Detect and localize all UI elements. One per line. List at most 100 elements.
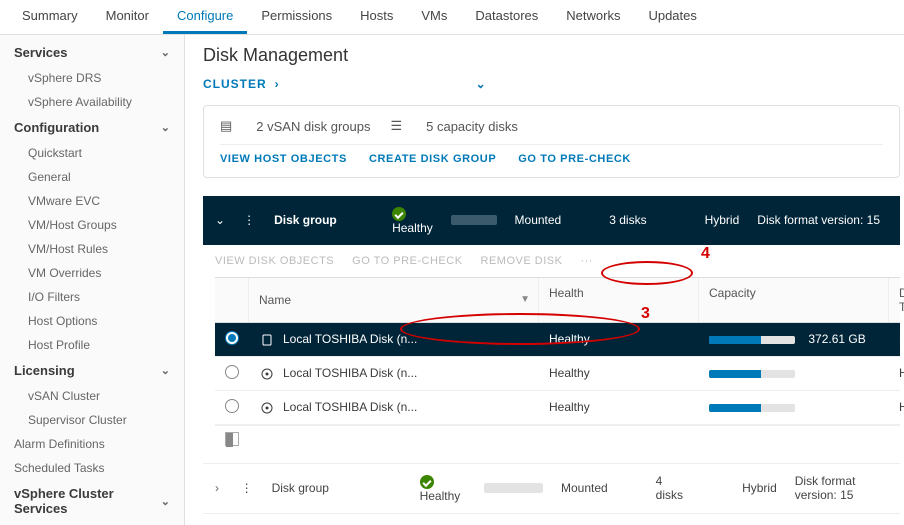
format-version: Disk format version: 15: [795, 474, 888, 502]
breadcrumb[interactable]: CLUSTER › ⌄: [203, 76, 900, 91]
type-label: Hybrid: [742, 481, 777, 495]
row-actions-icon[interactable]: ⋮: [243, 213, 256, 227]
disk-name-cell: Local TOSHIBA Disk (n...: [249, 324, 539, 355]
sidebar-item-i-o-filters[interactable]: I/O Filters: [0, 285, 184, 309]
check-icon: [420, 475, 434, 489]
row-actions-icon[interactable]: ⋮: [241, 481, 254, 495]
mounted-label: Mounted: [515, 213, 562, 227]
chevron-down-icon[interactable]: ⌄: [476, 77, 487, 91]
tab-vms[interactable]: VMs: [407, 0, 461, 34]
sidebar-item-general[interactable]: General: [0, 165, 184, 189]
chevron-down-icon[interactable]: ⌄: [215, 213, 225, 227]
disk-capacity-cell: [699, 358, 889, 388]
sidebar-item-host-profile[interactable]: Host Profile: [0, 333, 184, 357]
breadcrumb-current[interactable]: [288, 76, 468, 91]
usage-bar: [451, 215, 497, 225]
flash-disk-icon: [259, 332, 275, 347]
top-tabs: SummaryMonitorConfigurePermissionsHostsV…: [0, 0, 904, 35]
type-label: Hybrid: [705, 213, 740, 227]
sidebar-item-scheduled-tasks[interactable]: Scheduled Tasks: [0, 456, 184, 480]
sidebar-item-vm-host-rules[interactable]: VM/Host Rules: [0, 237, 184, 261]
row-radio[interactable]: [225, 399, 239, 413]
col-health-header[interactable]: Health: [539, 278, 699, 322]
col-name-header[interactable]: Name▼: [249, 278, 539, 322]
disk-name-cell: Local TOSHIBA Disk (n...: [249, 392, 539, 423]
chevron-right-icon[interactable]: ›: [215, 481, 223, 495]
sidebar-item-vsphere-drs[interactable]: vSphere DRS: [0, 66, 184, 90]
disk-group-row-collapsed[interactable]: ›Ineligible and unclaimed1 disk: [203, 513, 900, 525]
tab-configure[interactable]: Configure: [163, 0, 247, 34]
link-create-disk-group[interactable]: CREATE DISK GROUP: [369, 153, 496, 165]
sidebar-item-alarm-definitions[interactable]: Alarm Definitions: [0, 432, 184, 456]
sidebar-item-vsan-cluster[interactable]: vSAN Cluster: [0, 384, 184, 408]
sidebar-section-licensing[interactable]: Licensing⌄: [0, 357, 184, 384]
sidebar-item-host-options[interactable]: Host Options: [0, 309, 184, 333]
sidebar-item-vm-host-groups[interactable]: VM/Host Groups: [0, 213, 184, 237]
table-row[interactable]: Local TOSHIBA Disk (n...Healthy HDD: [215, 357, 900, 391]
sort-icon[interactable]: ▼: [520, 294, 530, 305]
disk-capacity-cell: [699, 392, 889, 422]
sidebar-section-services[interactable]: Services⌄: [0, 39, 184, 66]
row-label: Disk group: [272, 481, 402, 495]
sidebar-item-vmware-evc[interactable]: VMware EVC: [0, 189, 184, 213]
disk-group-row-expanded[interactable]: ⌄ ⋮ Disk group Healthy Mounted 3 disks H…: [203, 196, 900, 245]
table-row[interactable]: Local TOSHIBA Disk (n...Healthy 372.61 G…: [215, 323, 900, 357]
tab-hosts[interactable]: Hosts: [346, 0, 407, 34]
toolbar-view-disk-objects[interactable]: VIEW DISK OBJECTS: [215, 255, 334, 267]
col-select: [215, 278, 249, 322]
capacity-disk-icon: ☰: [390, 118, 402, 134]
health-status: Healthy: [420, 474, 466, 503]
disk-group-row-collapsed[interactable]: ›⋮Disk groupHealthyMounted4 disksHybridD…: [203, 463, 900, 513]
breadcrumb-root[interactable]: CLUSTER: [203, 77, 267, 91]
disk-count: 3 disks: [609, 213, 646, 227]
chevron-down-icon: ⌄: [161, 46, 170, 59]
column-selector[interactable]: [215, 425, 900, 455]
table-header: Name▼ Health Capacity Drive Type: [215, 277, 900, 323]
disk-type-cell: HDD: [889, 392, 904, 422]
toolbar-remove-disk[interactable]: REMOVE DISK: [481, 255, 563, 267]
disk-capacity-cell: 372.61 GB: [699, 324, 889, 354]
tab-updates[interactable]: Updates: [634, 0, 710, 34]
toolbar-go-to-pre-check[interactable]: GO TO PRE-CHECK: [352, 255, 462, 267]
chevron-down-icon: ⌄: [161, 121, 170, 134]
row-radio[interactable]: [225, 365, 239, 379]
col-drivetype-header[interactable]: Drive Type: [889, 278, 904, 322]
main-content: Disk Management CLUSTER › ⌄ ▤ 2 vSAN dis…: [185, 35, 904, 525]
tab-summary[interactable]: Summary: [8, 0, 92, 34]
disk-type-cell: Flash: [889, 324, 904, 354]
row-radio[interactable]: [225, 331, 239, 345]
chevron-right-icon: ›: [275, 77, 280, 91]
link-view-host-objects[interactable]: VIEW HOST OBJECTS: [220, 153, 347, 165]
sidebar-item-vm-overrides[interactable]: VM Overrides: [0, 261, 184, 285]
tab-permissions[interactable]: Permissions: [247, 0, 346, 34]
col-capacity-header[interactable]: Capacity: [699, 278, 889, 322]
sidebar-item-quickstart[interactable]: Quickstart: [0, 141, 184, 165]
disk-group-icon: ▤: [220, 118, 232, 134]
tab-networks[interactable]: Networks: [552, 0, 634, 34]
usage-bar: [484, 483, 543, 493]
hdd-disk-icon: [259, 366, 275, 381]
summary-panel: ▤ 2 vSAN disk groups ☰ 5 capacity disks …: [203, 105, 900, 178]
table-row[interactable]: Local TOSHIBA Disk (n...Healthy HDD: [215, 391, 900, 425]
sidebar-item-vsphere-availability[interactable]: vSphere Availability: [0, 90, 184, 114]
chevron-down-icon: ⌄: [161, 495, 170, 508]
sidebar-section-vsphere-cluster-services[interactable]: vSphere Cluster Services⌄: [0, 480, 184, 522]
disk-health-cell: Healthy: [539, 358, 699, 388]
disk-count: 4 disks: [656, 474, 684, 502]
sidebar-item-supervisor-cluster[interactable]: Supervisor Cluster: [0, 408, 184, 432]
disk-health-cell: Healthy: [539, 324, 699, 354]
link-go-to-pre-check[interactable]: GO TO PRE-CHECK: [518, 153, 631, 165]
config-sidebar: Services⌄vSphere DRSvSphere Availability…: [0, 35, 185, 525]
page-title: Disk Management: [203, 45, 900, 66]
tab-datastores[interactable]: Datastores: [461, 0, 552, 34]
sidebar-section-configuration[interactable]: Configuration⌄: [0, 114, 184, 141]
tab-monitor[interactable]: Monitor: [92, 0, 163, 34]
chevron-down-icon: ⌄: [161, 364, 170, 377]
toolbar-more-icon[interactable]: ···: [580, 255, 593, 267]
disk-type-cell: HDD: [889, 358, 904, 388]
disk-health-cell: Healthy: [539, 392, 699, 422]
disk-toolbar: VIEW DISK OBJECTS GO TO PRE-CHECK REMOVE D…: [203, 245, 900, 277]
capacity-disk-count: 5 capacity disks: [426, 119, 518, 134]
hdd-disk-icon: [259, 400, 275, 415]
disk-table: Name▼ Health Capacity Drive Type Local T…: [215, 277, 900, 455]
